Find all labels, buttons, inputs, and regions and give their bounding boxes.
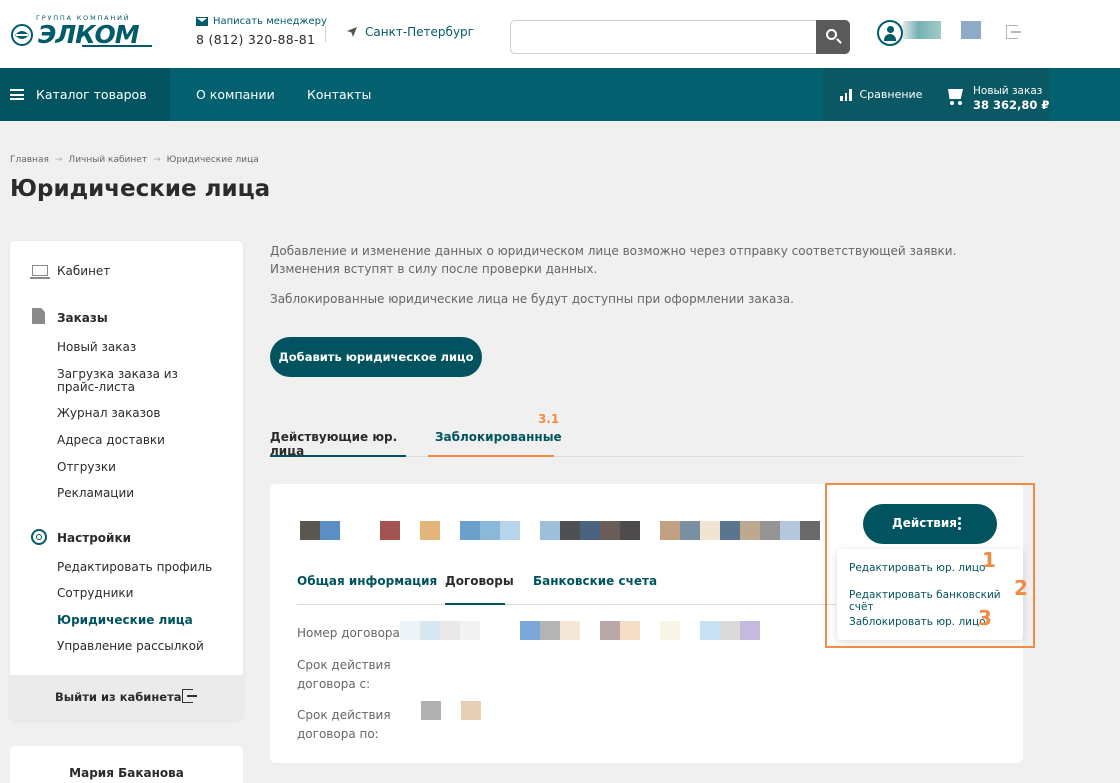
bar-chart-icon <box>840 89 852 101</box>
page-title: Юридические лица <box>10 176 271 202</box>
sidebar-heading-orders: Заказы <box>57 311 108 325</box>
entity-tabs: Действующие юр. лица Заблокированные <box>270 420 1023 458</box>
nav-utilities: Сравнение Новый заказ 38 362,80 ₽ <box>823 68 1050 121</box>
exit-icon[interactable] <box>182 689 197 703</box>
breadcrumb-separator: → <box>153 155 161 165</box>
city-label: Санкт-Петербург <box>365 25 474 39</box>
contract-number-label: Номер договора: <box>297 626 404 640</box>
sidebar-item-shipments[interactable]: Отгрузки <box>57 461 116 474</box>
top-header: группа компаний ЭЛКОМ Написать менеджеру… <box>0 0 1120 68</box>
annotation-marker-3-1: 3.1 <box>538 412 560 426</box>
sidebar-heading-settings: Настройки <box>57 531 132 545</box>
phone-number[interactable]: 8 (812) 320-88-81 <box>196 32 327 47</box>
user-icon <box>887 26 894 33</box>
logo-swirl-icon <box>11 24 33 46</box>
annotation-marker-2: 2 <box>1014 576 1028 600</box>
menu-icon <box>10 89 24 100</box>
cart-label: Новый заказ <box>973 85 1043 97</box>
breadcrumb-home[interactable]: Главная <box>10 155 49 165</box>
blocked-note: Заблокированные юридические лица не буду… <box>270 292 794 306</box>
logo-underline <box>82 45 152 47</box>
account-sidebar: Кабинет Заказы Новый заказ Загрузка зака… <box>10 241 243 720</box>
manager-contact: Написать менеджеру 8 (812) 320-88-81 <box>196 16 327 47</box>
sidebar-item-order-journal[interactable]: Журнал заказов <box>57 407 160 420</box>
main-nav: Каталог товаров О компании Контакты Срав… <box>0 68 1120 121</box>
cart-total: 38 362,80 ₽ <box>973 98 1050 112</box>
document-icon <box>32 308 45 324</box>
nav-about[interactable]: О компании <box>196 87 275 102</box>
gear-icon <box>31 529 47 545</box>
user-profile-button[interactable] <box>877 20 903 46</box>
add-legal-entity-button[interactable]: Добавить юридическое лицо <box>270 337 482 377</box>
breadcrumb: Главная → Личный кабинет → Юридические л… <box>10 155 259 165</box>
compare-link[interactable]: Сравнение <box>840 88 922 101</box>
search-box <box>510 20 850 54</box>
logout-button[interactable]: Выйти из кабинета <box>55 690 182 704</box>
sidebar-item-legal-entities[interactable]: Юридические лица <box>57 614 193 627</box>
valid-from-label: Срок действия договора с: <box>297 658 391 691</box>
header-divider <box>325 26 326 42</box>
company-logo[interactable]: группа компаний ЭЛКОМ <box>10 14 152 50</box>
cart-icon <box>945 87 965 105</box>
sidebar-item-edit-profile[interactable]: Редактировать профиль <box>57 561 212 574</box>
monitor-icon <box>30 265 50 279</box>
tab-active-entities[interactable]: Действующие юр. лица <box>270 430 406 458</box>
valid-to-label: Срок действия договора по: <box>297 708 391 741</box>
tab-general-info[interactable]: Общая информация <box>297 574 437 605</box>
intro-text: Добавление и изменение данных о юридичес… <box>270 244 957 276</box>
sidebar-item-price-upload[interactable]: Загрузка заказа из прайс-листа <box>57 368 222 394</box>
user-name-redacted <box>903 21 941 39</box>
annotation-marker-3: 3 <box>978 606 992 630</box>
location-arrow-icon <box>347 27 357 37</box>
catalog-label: Каталог товаров <box>36 87 147 102</box>
tab-bank-accounts[interactable]: Банковские счета <box>533 574 657 605</box>
user-info-redacted <box>961 21 981 39</box>
write-manager-link[interactable]: Написать менеджеру <box>196 16 327 27</box>
tab-blocked-entities[interactable]: Заблокированные <box>428 430 562 457</box>
search-input[interactable] <box>511 21 817 53</box>
sidebar-item-claims[interactable]: Рекламации <box>57 487 134 500</box>
logout-icon[interactable] <box>1006 25 1021 39</box>
breadcrumb-cabinet[interactable]: Личный кабинет <box>68 155 147 165</box>
mail-icon <box>196 17 208 26</box>
tab-contracts[interactable]: Договоры <box>445 574 514 605</box>
search-icon <box>826 29 837 40</box>
annotation-highlight-box <box>825 483 1035 648</box>
breadcrumb-separator: → <box>54 155 63 165</box>
entity-name-redacted <box>300 521 820 540</box>
catalog-menu-button[interactable]: Каталог товаров <box>0 68 170 121</box>
logout-section: Выйти из кабинета <box>10 675 243 720</box>
compare-label: Сравнение <box>859 88 923 101</box>
sidebar-item-cabinet[interactable]: Кабинет <box>57 265 110 278</box>
cart-link[interactable]: Новый заказ 38 362,80 ₽ <box>945 85 1049 112</box>
annotation-marker-1: 1 <box>982 548 996 572</box>
write-manager-label: Написать менеджеру <box>213 16 327 27</box>
sidebar-item-delivery-addresses[interactable]: Адреса доставки <box>57 434 165 447</box>
sidebar-item-newsletter[interactable]: Управление рассылкой <box>57 640 204 653</box>
manager-name: Мария Баканова <box>69 766 184 780</box>
manager-card: Мария Баканова <box>10 746 243 783</box>
nav-contacts[interactable]: Контакты <box>307 87 371 102</box>
city-selector[interactable]: Санкт-Петербург <box>346 25 474 39</box>
sidebar-item-employees[interactable]: Сотрудники <box>57 587 133 600</box>
breadcrumb-current: Юридические лица <box>166 155 259 165</box>
valid-to-redacted <box>421 701 481 720</box>
search-button[interactable] <box>816 20 850 54</box>
sidebar-item-new-order[interactable]: Новый заказ <box>57 341 136 354</box>
contract-number-redacted <box>400 621 760 640</box>
